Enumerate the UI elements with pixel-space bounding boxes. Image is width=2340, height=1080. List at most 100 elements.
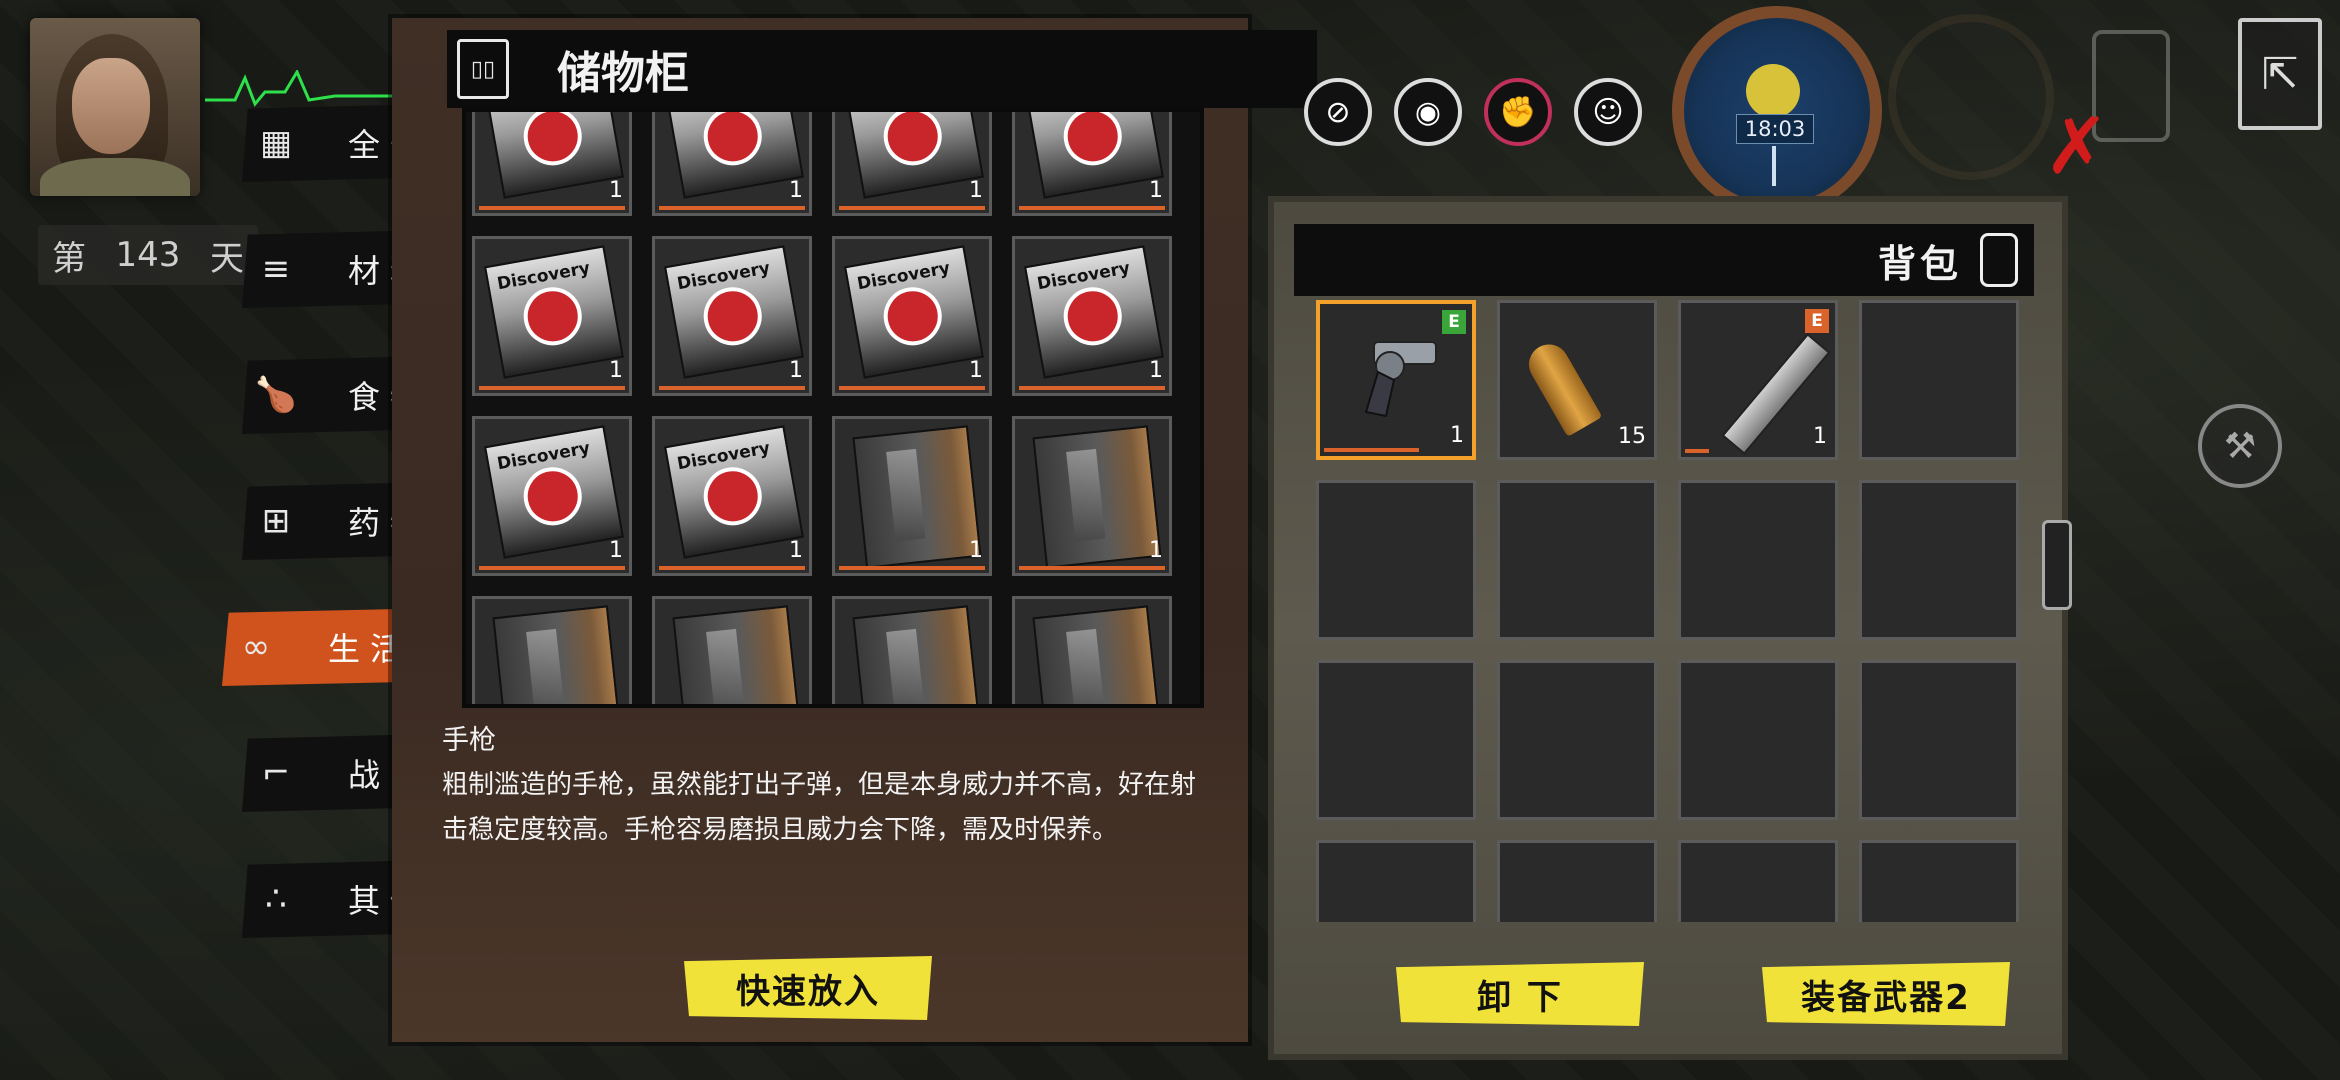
backpack-slot-empty[interactable] [1316, 840, 1476, 922]
clock-time: 18:03 [1736, 114, 1814, 144]
storage-header: ▯▯ 储物柜 [447, 30, 1317, 108]
item-bar [659, 566, 805, 570]
backpack-slot-empty[interactable] [1316, 480, 1476, 640]
magazine-icon: Discovery [1024, 245, 1164, 379]
backpack-slot-machete[interactable]: E1 [1678, 300, 1838, 460]
storage-slot[interactable] [832, 596, 992, 704]
storage-slot[interactable]: Discovery 1 [832, 112, 992, 216]
magazine-icon: Discovery [664, 245, 804, 379]
magazine-icon: Discovery [1024, 112, 1164, 199]
item-count: 1 [1450, 423, 1464, 448]
item-bar [1019, 566, 1165, 570]
radiation-emblem [699, 282, 767, 350]
heartbeat-line [205, 68, 395, 110]
magazine-icon: Discovery [484, 425, 624, 559]
bandage-icon[interactable]: ⊘ [1304, 78, 1372, 146]
backpack-slot-empty[interactable] [1678, 840, 1838, 922]
dots-icon: ∴ [265, 879, 287, 919]
item-count: 1 [1149, 358, 1163, 383]
book-icon [492, 605, 622, 704]
sun-icon [1746, 64, 1800, 118]
avatar-face [72, 58, 150, 154]
chicken-icon: 🍗 [254, 375, 298, 415]
unload-button[interactable]: 卸 下 [1396, 962, 1644, 1026]
storage-slot[interactable]: Discovery 1 [1012, 236, 1172, 396]
book-icon [852, 605, 982, 704]
radiation-emblem [519, 112, 587, 170]
storage-grid: Discovery 1 Discovery 1 Discovery 1 Disc… [472, 112, 1172, 704]
day-counter: 第 143 天 [38, 225, 258, 285]
book-icon [1032, 425, 1162, 569]
storage-grid-scroll[interactable]: Discovery 1 Discovery 1 Discovery 1 Disc… [462, 108, 1204, 708]
item-bar [1019, 386, 1165, 390]
backpack-slot-empty[interactable] [1678, 660, 1838, 820]
storage-slot[interactable] [1012, 596, 1172, 704]
item-count: 1 [609, 178, 623, 203]
backpack-grid-scroll[interactable]: E 1 15 E 1 [1316, 300, 2036, 922]
cabinet-icon: ▯▯ [457, 39, 509, 99]
radiation-emblem [519, 462, 587, 530]
item-count: 1 [969, 178, 983, 203]
radiation-emblem [879, 112, 947, 170]
backpack-slot-empty[interactable] [1859, 300, 2019, 460]
storage-slot[interactable]: Discovery 1 [652, 416, 812, 576]
backpack-header: 背包 [1294, 224, 2034, 296]
backpack-slot-empty[interactable] [1497, 660, 1657, 820]
magazine-icon: Discovery [664, 112, 804, 199]
item-count: 1 [609, 538, 623, 563]
smile-icon[interactable]: ☺ [1574, 78, 1642, 146]
radiation-emblem [1059, 282, 1127, 350]
equipped-badge: E [1442, 310, 1466, 334]
storage-title: 储物柜 [557, 48, 689, 99]
backpack-slot-empty[interactable] [1678, 480, 1838, 640]
item-count: 1 [609, 358, 623, 383]
backpack-slot-empty[interactable] [1859, 480, 2019, 640]
radiation-emblem [879, 282, 947, 350]
item-count: 1 [969, 538, 983, 563]
crafting-tool-icon[interactable]: ⚒ [2198, 404, 2282, 488]
magazine-icon: Discovery [664, 425, 804, 559]
storage-slot[interactable]: Discovery 1 [472, 416, 632, 576]
storage-slot[interactable]: Discovery 1 [472, 236, 632, 396]
item-bar [839, 206, 985, 210]
backpack-slot-bullet[interactable]: 15 [1497, 300, 1657, 460]
storage-slot[interactable]: Discovery 1 [832, 236, 992, 396]
magazine-icon: Discovery [484, 112, 624, 199]
storage-slot[interactable]: Discovery 1 [652, 112, 812, 216]
storage-slot[interactable] [652, 596, 812, 704]
equip-weapon-2-button[interactable]: 装备武器2 [1762, 962, 2010, 1026]
day-clock: 18:03 [1672, 6, 1882, 216]
backpack-slot-empty[interactable] [1316, 660, 1476, 820]
storage-slot[interactable]: Discovery 1 [1012, 112, 1172, 216]
storage-slot[interactable]: 1 [1012, 416, 1172, 576]
zipper-handle[interactable] [2042, 520, 2072, 610]
eye-icon[interactable]: ◉ [1394, 78, 1462, 146]
storage-slot[interactable] [472, 596, 632, 704]
item-description-text: 粗制滥造的手枪，虽然能打出子弹，但是本身威力并不高，好在射击稳定度较高。手枪容易… [442, 770, 1197, 845]
rope-icon: ∞ [241, 627, 271, 667]
backpack-slot-empty[interactable] [1497, 840, 1657, 922]
item-bar [659, 206, 805, 210]
book-icon [672, 605, 802, 704]
exit-door-icon[interactable]: ⇱ [2238, 18, 2322, 130]
player-avatar[interactable] [30, 18, 200, 196]
storage-slot[interactable]: Discovery 1 [652, 236, 812, 396]
book-icon [852, 425, 982, 569]
close-icon[interactable]: ✗ [2044, 108, 2109, 186]
backpack-slot-empty[interactable] [1859, 660, 2019, 820]
bullet-icon [1521, 337, 1603, 437]
fist-icon[interactable]: ✊ [1484, 78, 1552, 146]
item-count: 15 [1618, 424, 1646, 449]
storage-slot[interactable]: 1 [832, 416, 992, 576]
radiation-emblem [1059, 112, 1127, 170]
item-count: 1 [1149, 538, 1163, 563]
backpack-slot-pistol[interactable]: E1 [1316, 300, 1476, 460]
quick-put-button[interactable]: 快速放入 [684, 956, 932, 1020]
backpack-slot-empty[interactable] [1859, 840, 2019, 922]
storage-slot[interactable]: Discovery 1 [472, 112, 632, 216]
item-count: 1 [789, 178, 803, 203]
day-suffix: 天 [210, 238, 244, 279]
durability-bar [1324, 448, 1419, 452]
backpack-slot-empty[interactable] [1497, 480, 1657, 640]
day-prefix: 第 [52, 238, 86, 279]
